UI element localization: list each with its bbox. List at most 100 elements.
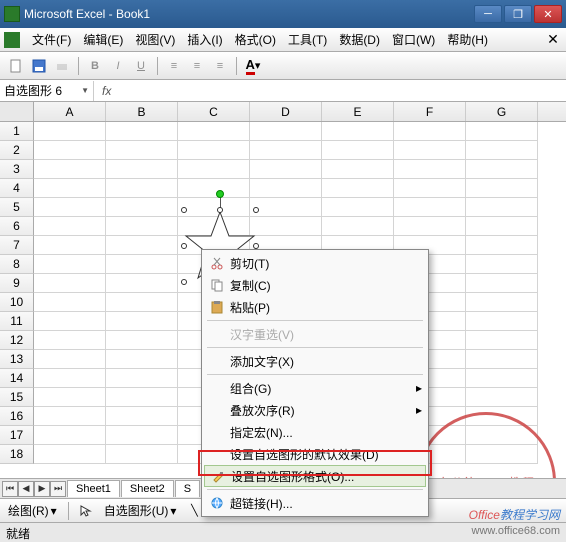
row-header[interactable]: 12: [0, 331, 34, 350]
cell[interactable]: [466, 236, 538, 255]
row-header[interactable]: 4: [0, 179, 34, 198]
maximize-button[interactable]: ❐: [504, 5, 532, 23]
col-header-a[interactable]: A: [34, 102, 106, 121]
menu-tools[interactable]: 工具(T): [282, 29, 333, 50]
cell[interactable]: [466, 122, 538, 141]
cell[interactable]: [466, 198, 538, 217]
cell[interactable]: [466, 160, 538, 179]
cell[interactable]: [106, 122, 178, 141]
cell[interactable]: [34, 236, 106, 255]
row-header[interactable]: 15: [0, 388, 34, 407]
cell[interactable]: [466, 255, 538, 274]
cell[interactable]: [106, 407, 178, 426]
cell[interactable]: [106, 350, 178, 369]
cell[interactable]: [250, 179, 322, 198]
cell[interactable]: [466, 445, 538, 464]
row-header[interactable]: 17: [0, 426, 34, 445]
cell[interactable]: [106, 160, 178, 179]
cell[interactable]: [394, 122, 466, 141]
cell[interactable]: [34, 198, 106, 217]
row-header[interactable]: 2: [0, 141, 34, 160]
cell[interactable]: [106, 217, 178, 236]
row-header[interactable]: 18: [0, 445, 34, 464]
cell[interactable]: [394, 141, 466, 160]
sheet-nav-last[interactable]: ⏭: [50, 481, 66, 497]
cell[interactable]: [34, 426, 106, 445]
resize-handle-nw[interactable]: [181, 207, 187, 213]
row-header[interactable]: 8: [0, 255, 34, 274]
font-color-button[interactable]: A ▾: [243, 56, 263, 76]
context-menu-item[interactable]: 添加文字(X): [204, 350, 426, 372]
cell[interactable]: [466, 141, 538, 160]
cell[interactable]: [466, 179, 538, 198]
cell[interactable]: [34, 122, 106, 141]
cell[interactable]: [34, 217, 106, 236]
rotation-handle[interactable]: [216, 190, 224, 198]
context-menu-item[interactable]: 组合(G)▸: [204, 377, 426, 399]
fx-button[interactable]: fx: [94, 84, 119, 98]
cell[interactable]: [34, 293, 106, 312]
context-menu-item[interactable]: 指定宏(N)...: [204, 421, 426, 443]
cell[interactable]: [34, 274, 106, 293]
cell[interactable]: [178, 122, 250, 141]
row-header[interactable]: 6: [0, 217, 34, 236]
cell[interactable]: [178, 141, 250, 160]
cell[interactable]: [466, 407, 538, 426]
bold-button[interactable]: B: [85, 56, 105, 76]
cell[interactable]: [466, 293, 538, 312]
menu-help[interactable]: 帮助(H): [441, 29, 494, 50]
row-header[interactable]: 7: [0, 236, 34, 255]
save-button[interactable]: [29, 56, 49, 76]
col-header-c[interactable]: C: [178, 102, 250, 121]
italic-button[interactable]: I: [108, 56, 128, 76]
cell[interactable]: [34, 445, 106, 464]
cell[interactable]: [250, 141, 322, 160]
print-button[interactable]: [52, 56, 72, 76]
context-menu-item[interactable]: 粘贴(P): [204, 296, 426, 318]
select-objects-button[interactable]: [76, 501, 96, 521]
col-header-d[interactable]: D: [250, 102, 322, 121]
menu-window[interactable]: 窗口(W): [386, 29, 441, 50]
resize-handle-w[interactable]: [181, 243, 187, 249]
close-button[interactable]: ✕: [534, 5, 562, 23]
cell[interactable]: [106, 445, 178, 464]
col-header-g[interactable]: G: [466, 102, 538, 121]
cell[interactable]: [34, 179, 106, 198]
sheet-tab-2[interactable]: Sheet2: [121, 480, 174, 497]
sheet-tab-3[interactable]: S: [175, 480, 200, 497]
col-header-b[interactable]: B: [106, 102, 178, 121]
cell[interactable]: [322, 179, 394, 198]
cell[interactable]: [106, 331, 178, 350]
col-header-e[interactable]: E: [322, 102, 394, 121]
cell[interactable]: [34, 141, 106, 160]
cell[interactable]: [106, 388, 178, 407]
cell[interactable]: [394, 179, 466, 198]
cell[interactable]: [34, 369, 106, 388]
cell[interactable]: [394, 217, 466, 236]
new-button[interactable]: [6, 56, 26, 76]
context-menu-item[interactable]: 剪切(T): [204, 252, 426, 274]
workbook-close-button[interactable]: ✕: [544, 32, 562, 48]
sheet-tab-1[interactable]: Sheet1: [67, 480, 120, 497]
cell[interactable]: [178, 160, 250, 179]
resize-handle-sw[interactable]: [181, 279, 187, 285]
row-header[interactable]: 16: [0, 407, 34, 426]
row-header[interactable]: 14: [0, 369, 34, 388]
sheet-nav-first[interactable]: ⏮: [2, 481, 18, 497]
cell[interactable]: [250, 160, 322, 179]
name-box[interactable]: 自选图形 6 ▼: [0, 81, 94, 101]
cell[interactable]: [34, 312, 106, 331]
underline-button[interactable]: U: [131, 56, 151, 76]
cell[interactable]: [466, 312, 538, 331]
cell[interactable]: [466, 217, 538, 236]
cell[interactable]: [34, 331, 106, 350]
cell[interactable]: [322, 217, 394, 236]
cell[interactable]: [106, 198, 178, 217]
select-all-corner[interactable]: [0, 102, 34, 121]
cell[interactable]: [322, 160, 394, 179]
cell[interactable]: [106, 369, 178, 388]
autoshapes-menu[interactable]: 自选图形(U) ▾: [100, 500, 181, 521]
cell[interactable]: [250, 122, 322, 141]
menu-view[interactable]: 视图(V): [129, 29, 181, 50]
row-header[interactable]: 5: [0, 198, 34, 217]
